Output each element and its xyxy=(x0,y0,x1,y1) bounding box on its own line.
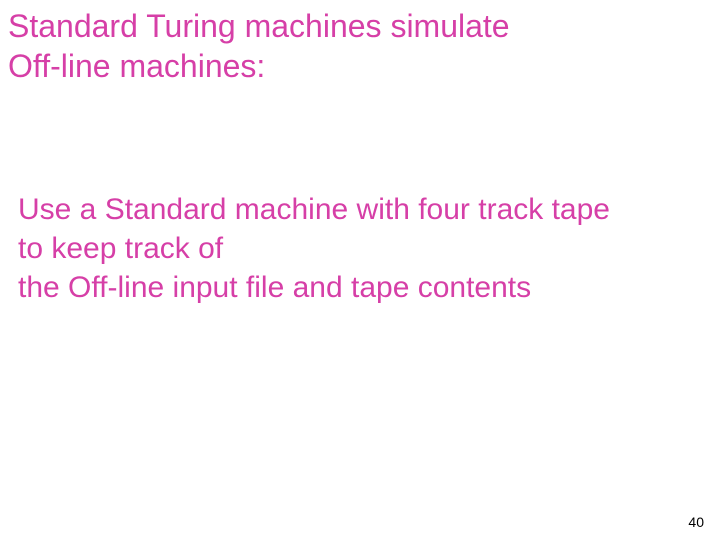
page-number: 40 xyxy=(688,514,704,530)
title-line-2: Off-line machines: xyxy=(8,46,700,86)
title-line-1: Standard Turing machines simulate xyxy=(8,6,700,46)
body-line-2: to keep track of xyxy=(18,229,700,268)
body-line-3: the Off-line input file and tape content… xyxy=(18,268,700,307)
slide: Standard Turing machines simulate Off-li… xyxy=(0,0,720,540)
slide-body: Use a Standard machine with four track t… xyxy=(18,190,700,307)
body-line-1: Use a Standard machine with four track t… xyxy=(18,190,700,229)
slide-title: Standard Turing machines simulate Off-li… xyxy=(8,6,700,86)
